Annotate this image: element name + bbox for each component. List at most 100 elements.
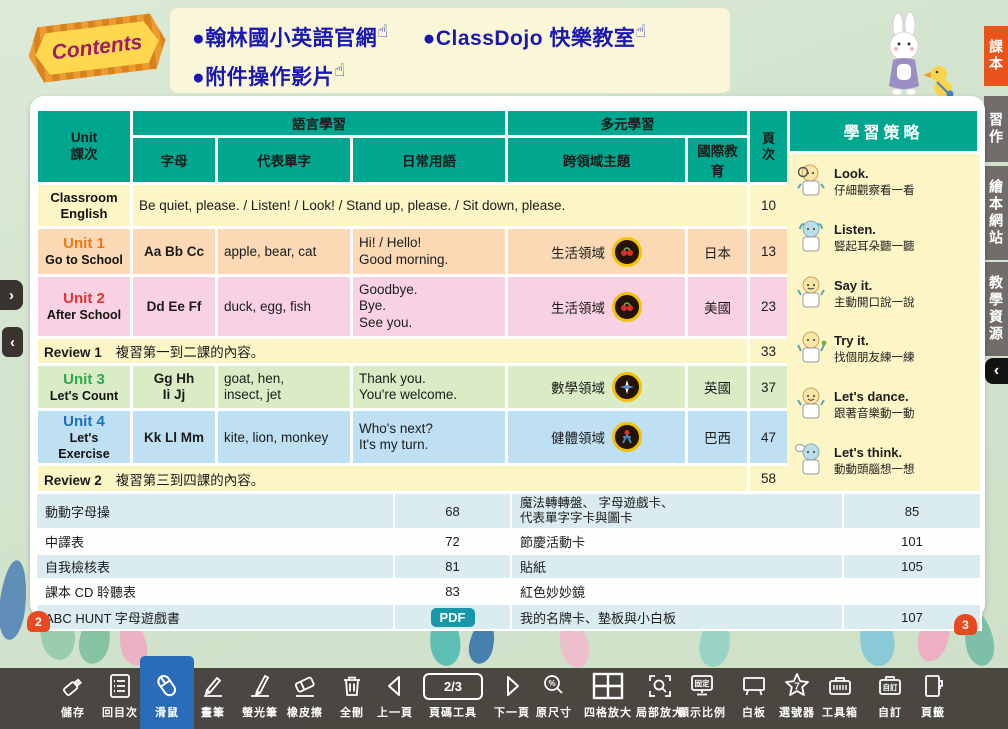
- rabbit-and-duck-illustration: [855, 12, 965, 104]
- four-grid-zoom-button[interactable]: 四格放大: [578, 670, 638, 720]
- whiteboard-icon: [740, 672, 768, 700]
- row-text: 複習第一到二課的內容。: [116, 345, 265, 360]
- strategy-look: Look.仔細觀察看一看: [795, 164, 972, 200]
- collapse-left-panel-button[interactable]: ‹: [2, 327, 23, 357]
- bookmark-page-icon: [919, 672, 947, 700]
- unit-domain: 生活領域: [551, 297, 605, 317]
- display-ratio-icon: 固定: [688, 672, 716, 700]
- strategy-listen: Listen.豎起耳朵聽一聽: [795, 220, 972, 256]
- star-number-icon: 7: [782, 671, 812, 701]
- strategies-title: 學習策略: [787, 108, 980, 154]
- col-header-words: 代表單字: [217, 137, 352, 184]
- appendix-row[interactable]: 中譯表 72 節慶活動卡 101: [36, 529, 981, 554]
- life-curriculum-badge-icon: [612, 237, 642, 267]
- row-unit-3[interactable]: Unit 3Let's Count Gg Hh Ii Jj goat, hen,…: [37, 365, 789, 410]
- highlighter-icon: [246, 672, 274, 700]
- left-page-badge: 2: [27, 611, 50, 632]
- appendix-row[interactable]: 自我檢核表 81 貼紙 105: [36, 554, 981, 579]
- col-header-unit: Unit課次: [37, 110, 132, 184]
- contents-banner: Contents: [25, 12, 169, 84]
- row-unit-2[interactable]: Unit 2After School Dd Ee Ff duck, egg, f…: [37, 276, 789, 338]
- learning-strategies-panel: 學習策略 Look.仔細觀察看一看 Listen.豎起耳朵聽一聽 Say it.…: [787, 108, 980, 491]
- row-title: Review 1: [44, 345, 102, 360]
- unit-number: Unit 4: [63, 413, 105, 430]
- unit-daily: Goodbye. Bye. See you.: [352, 276, 507, 338]
- bullet-icon: ●: [192, 66, 205, 89]
- expand-left-panel-button[interactable]: ›: [0, 280, 23, 310]
- actual-size-button[interactable]: % 原尺寸: [524, 670, 584, 720]
- link-hanlin-site[interactable]: ●翰林國小英語官網☝: [192, 27, 389, 50]
- link-classdojo[interactable]: ●ClassDojo 快樂教室☝: [423, 27, 647, 50]
- link-attachment-videos[interactable]: ●附件操作影片☝: [192, 66, 346, 89]
- previous-page-button[interactable]: 上一頁: [365, 670, 425, 720]
- strategy-say-it: Say it.主動開口說一說: [795, 276, 972, 312]
- tab-workbook[interactable]: 習作: [984, 96, 1008, 162]
- unit-letters: Gg Hh Ii Jj: [132, 365, 217, 410]
- contents-banner-label: Contents: [33, 20, 161, 77]
- appendix-left-page: 68: [394, 493, 511, 529]
- appendix-right-label: 我的名牌卡、墊板與小白板: [511, 604, 843, 630]
- page-number: 13: [749, 228, 789, 276]
- tab-textbook[interactable]: 課本: [984, 26, 1008, 86]
- pdf-button[interactable]: PDF: [431, 608, 475, 627]
- row-unit-4[interactable]: Unit 4Let's Exercise Kk Ll Mm kite, lion…: [37, 410, 789, 465]
- leaf-decoration: [0, 559, 30, 641]
- row-unit-1[interactable]: Unit 1Go to School Aa Bb Cc apple, bear,…: [37, 228, 789, 276]
- unit-name: Let's Count: [50, 389, 118, 403]
- row-review-2[interactable]: Review 2複習第三到四課的內容。 58: [37, 465, 789, 493]
- pe-curriculum-badge-icon: [612, 422, 642, 452]
- page-tabs-button[interactable]: 頁籤: [903, 670, 963, 720]
- col-header-letters: 字母: [132, 137, 217, 184]
- bullet-icon: ●: [423, 27, 436, 50]
- display-ratio-button[interactable]: 固定 顯示比例: [672, 670, 732, 720]
- strategy-lets-dance: Let's dance.跟著音樂動一動: [795, 387, 972, 423]
- page-number: 33: [749, 338, 789, 365]
- tab-picturebook-site[interactable]: 繪本網站: [984, 166, 1008, 260]
- mouse-icon: [152, 671, 182, 701]
- unit-letters: Kk Ll Mm: [132, 410, 217, 465]
- col-group-multi-learning: 多元學習: [507, 110, 749, 137]
- unit-words: goat, hen, insect, jet: [217, 365, 352, 410]
- appendix-right-page: 85: [843, 493, 981, 529]
- robot-icon: [795, 220, 827, 256]
- appendix-row[interactable]: 課本 CD 聆聽表 83 紅色妙妙鏡: [36, 579, 981, 604]
- tab-teaching-resources[interactable]: 教學資源: [984, 262, 1008, 356]
- appendix-right-label: 魔法轉轉盤、 字母遊戲卡、 代表單字字卡與圖卡: [511, 493, 843, 529]
- hand-pointer-icon: ☝: [334, 60, 345, 80]
- collapse-tabs-button[interactable]: ‹: [985, 358, 1008, 384]
- page-number: 37: [749, 365, 789, 410]
- unit-name: After School: [47, 308, 121, 322]
- unit-country: 美國: [687, 276, 749, 338]
- svg-text:自訂: 自訂: [883, 682, 898, 692]
- page-indicator-button[interactable]: 2/3 頁碼工具: [422, 670, 484, 720]
- unit-domain: 數學領域: [551, 377, 605, 397]
- row-review-1[interactable]: Review 1 複習第一到二課的內容。 33: [37, 338, 789, 365]
- row-title: Review 2: [44, 473, 102, 488]
- appendix-right-label: 紅色妙妙鏡: [511, 579, 843, 604]
- zoom-percent-icon: %: [540, 672, 568, 700]
- four-grid-icon: [591, 671, 625, 701]
- svg-text:固定: 固定: [695, 678, 710, 688]
- pencil-icon: [199, 672, 227, 700]
- appendix-row[interactable]: 動動字母操 68 魔法轉轉盤、 字母遊戲卡、 代表單字字卡與圖卡 85: [36, 493, 981, 529]
- row-classroom-english[interactable]: Classroom English Be quiet, please. / Li…: [37, 184, 789, 228]
- unit-number: Unit 1: [63, 235, 105, 252]
- unit-name: Go to School: [45, 253, 123, 267]
- chevron-right-icon: ›: [9, 287, 14, 304]
- appendix-right-page: [843, 579, 981, 604]
- appendix-right-page: 101: [843, 529, 981, 554]
- robot-icon: [795, 443, 827, 479]
- region-zoom-icon: [646, 672, 674, 700]
- appendix-row[interactable]: ABC HUNT 字母遊戲書 PDF 我的名牌卡、墊板與小白板 107: [36, 604, 981, 630]
- appendix-left-label: 中譯表: [36, 529, 394, 554]
- unit-country: 巴西: [687, 410, 749, 465]
- robot-icon: [795, 387, 827, 423]
- svg-text:7: 7: [794, 682, 800, 693]
- unit-number: Unit 3: [63, 371, 105, 388]
- row-text: 複習第三到四課的內容。: [116, 473, 265, 488]
- chevron-left-icon: ‹: [994, 362, 999, 380]
- unit-domain: 健體領域: [551, 427, 605, 447]
- appendix-left-label: ABC HUNT 字母遊戲書: [36, 604, 394, 630]
- row-title: Classroom English: [50, 190, 117, 221]
- appendix-left-page: 83: [394, 579, 511, 604]
